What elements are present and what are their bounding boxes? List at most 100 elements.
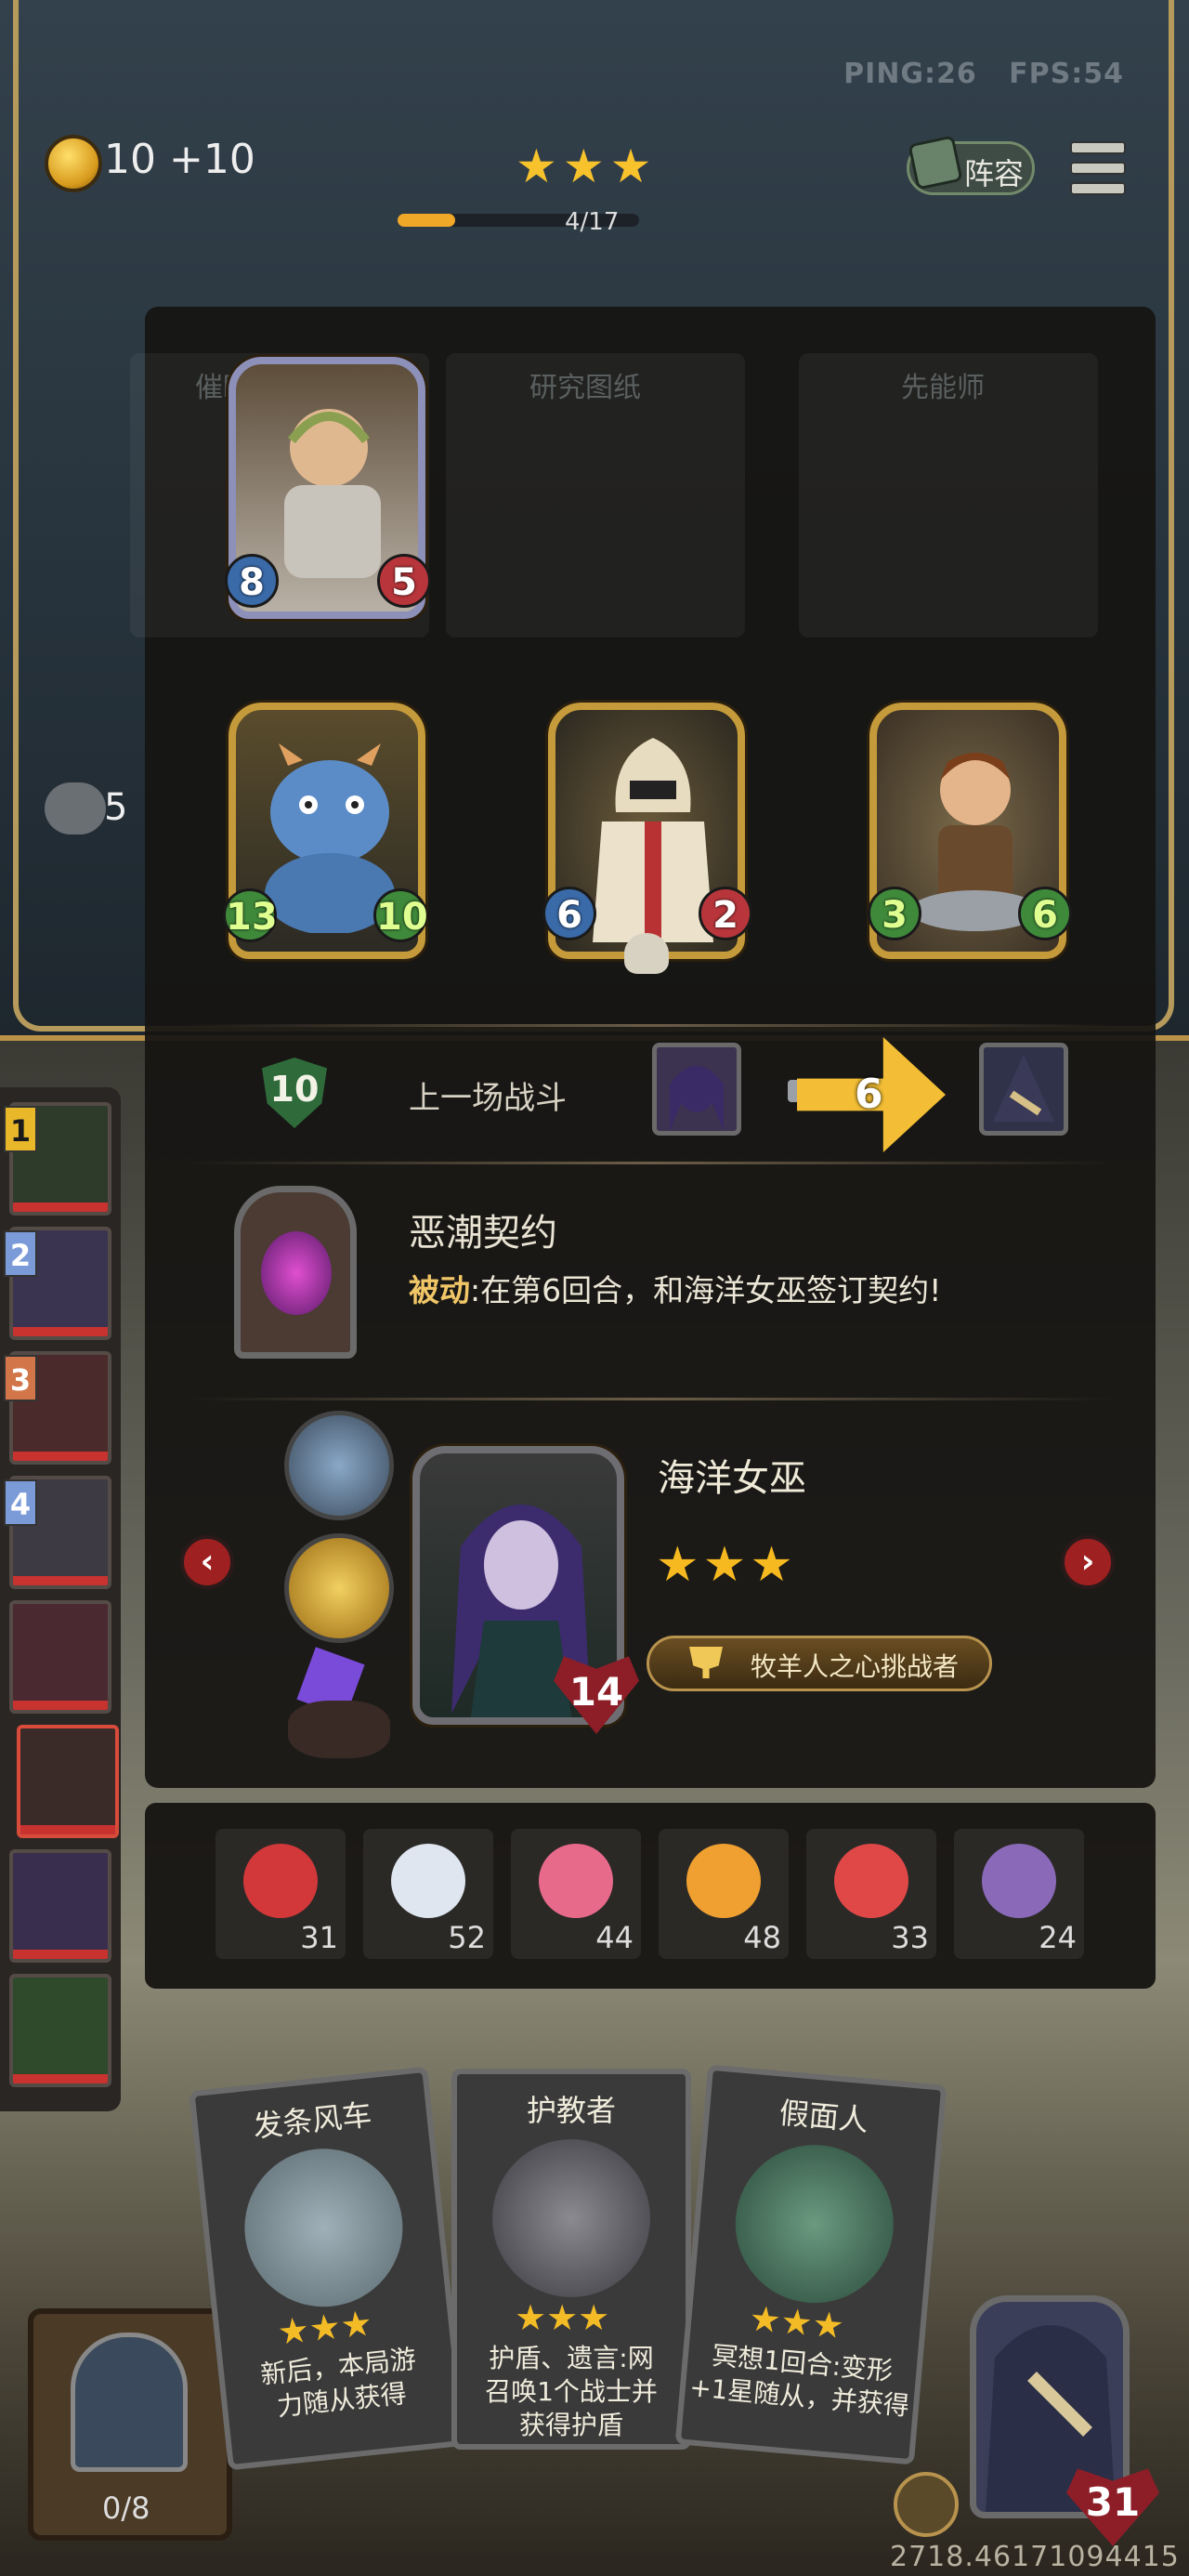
divider (186, 1162, 1115, 1164)
clown-icon (834, 1844, 908, 1918)
roster-health-bar (13, 1950, 108, 1959)
roster-health-bar (13, 1203, 108, 1212)
windmill-icon (236, 2140, 411, 2315)
turn-counter: 4/17 (565, 208, 620, 236)
roster-health-bar (13, 1452, 108, 1461)
health-stat: 2 (699, 887, 752, 940)
skull-icon (624, 933, 669, 974)
item-count: 48 (743, 1920, 781, 1955)
mirror-icon (982, 1844, 1056, 1918)
boss-stars: ★★★ (656, 1537, 797, 1593)
hand-card[interactable]: 假面人 ★★★ 冥想1回合:变形 +1星随从，并获得 (674, 2064, 947, 2465)
tier-value: 10 (269, 1069, 320, 1110)
board-card-name: 先能师 (901, 372, 985, 404)
board-card-ghost: 研究图纸 (446, 353, 745, 637)
sea-witch-mini-portrait (652, 1043, 741, 1136)
damage-value: 6 (855, 1071, 883, 1118)
gem-bag-icon (284, 1647, 394, 1762)
hand-card[interactable]: 发条风车 ★★★ 新后，本局游 力随从获得 (189, 2066, 467, 2471)
roster-health-bar (13, 2074, 108, 2083)
roster-opponent[interactable] (17, 1725, 119, 1838)
ping-readout: PING:26 (843, 58, 977, 90)
hand-card-text: 护盾、遗言:网 召唤1个战士并 获得护盾 (461, 2342, 682, 2442)
item-slot[interactable]: 33 (806, 1829, 936, 1959)
armored-knight-icon (492, 2139, 650, 2297)
hero-health: 31 (1085, 2479, 1141, 2525)
teacup-icon (391, 1844, 465, 1918)
item-slot[interactable]: 52 (363, 1829, 493, 1959)
hand-card-stars: ★★★ (747, 2297, 846, 2347)
hand-card[interactable]: 护教者 ★★★ 护盾、遗言:网 召唤1个战士并 获得护盾 (451, 2069, 691, 2450)
contract-description: 被动:在第6回合，和海洋女巫签订契约! (409, 1266, 941, 1310)
attack-stat: 3 (868, 887, 921, 940)
item-slot[interactable]: 44 (511, 1829, 641, 1959)
hand-card-line: 护盾、遗言:网 (489, 2343, 654, 2373)
gold-amount: 10 +10 (104, 136, 255, 183)
boss-health: 14 (568, 1669, 624, 1715)
hand-card-stars: ★★★ (515, 2297, 610, 2338)
book-icon (908, 135, 963, 191)
turn-progress-fill (398, 214, 455, 227)
contract-portal-icon (234, 1186, 357, 1359)
boss-name: 海洋女巫 (658, 1457, 806, 1500)
hand-card-line: 召唤1个战士并 (485, 2376, 658, 2407)
network-stats: PING:26 FPS:54 (843, 58, 1124, 90)
roster-health-bar (13, 1701, 108, 1710)
rank-badge: 4 (4, 1479, 37, 1526)
menu-icon[interactable] (1070, 141, 1126, 195)
gold-orb-icon (284, 1533, 394, 1643)
water-orb-icon (284, 1411, 394, 1520)
lineup-button-label: 阵容 (964, 156, 1025, 191)
roster-opponent[interactable] (9, 1974, 111, 2087)
fps-readout: FPS:54 (1009, 58, 1124, 90)
hand-card-name: 发条风车 (251, 2096, 373, 2145)
board-card-name: 研究图纸 (529, 372, 641, 404)
attack-stat: 13 (223, 888, 278, 942)
cupcake-icon (539, 1844, 613, 1918)
roster-health-bar (20, 1825, 115, 1834)
contract-passive-text: :在第6回合，和海洋女巫签订契约! (470, 1272, 942, 1308)
hand-card-name: 护教者 (526, 2093, 616, 2128)
roster-health-bar (13, 1576, 108, 1585)
item-count: 31 (300, 1920, 338, 1955)
contract-title: 恶潮契约 (409, 1212, 557, 1255)
item-slot[interactable]: 24 (954, 1829, 1084, 1959)
old-man-portrait (284, 409, 381, 578)
item-slot[interactable]: 31 (216, 1829, 346, 1959)
tavern-stars: ★★★ (516, 139, 658, 193)
masked-man-icon (728, 2138, 900, 2310)
debug-readout: 2718.46171094415 (890, 2541, 1180, 2573)
hand-card-text: 新后，本局游 力随从获得 (227, 2339, 453, 2428)
hero-power-button[interactable] (894, 2472, 959, 2537)
hand-card-stars: ★★★ (275, 2302, 374, 2353)
alarm-clock-icon (243, 1844, 318, 1918)
deck-count: 0/8 (102, 2491, 150, 2526)
rank-badge: 2 (4, 1230, 37, 1277)
last-battle-label: 上一场战斗 (409, 1080, 567, 1117)
roster-opponent[interactable] (9, 1600, 111, 1714)
previous-boss-button[interactable]: ‹ (180, 1535, 234, 1589)
rank-badge: 1 (4, 1106, 37, 1152)
rank-badge: 3 (4, 1355, 37, 1401)
item-count: 44 (595, 1920, 634, 1955)
trophy-label: 牧羊人之心挑战者 (751, 1651, 960, 1682)
attack-stat: 6 (542, 887, 596, 940)
roster-opponent[interactable] (9, 1849, 111, 1963)
item-count: 52 (448, 1920, 486, 1955)
item-slot[interactable]: 48 (659, 1829, 789, 1959)
hand-card-text: 冥想1回合:变形 +1星随从，并获得 (687, 2337, 913, 2423)
item-count: 24 (1039, 1920, 1077, 1955)
next-boss-button[interactable]: › (1061, 1535, 1115, 1589)
chat-count: 5 (104, 786, 128, 829)
health-stat: 10 (373, 888, 428, 942)
health-stat: 5 (377, 554, 431, 608)
hand-card-line: 获得护盾 (518, 2410, 623, 2440)
health-stat: 6 (1018, 887, 1072, 940)
item-count: 33 (891, 1920, 929, 1955)
chat-bubble-icon[interactable] (45, 782, 106, 835)
rubber-chicken-icon (686, 1844, 761, 1918)
hand-card-name: 假面人 (777, 2095, 870, 2138)
divider (186, 1024, 1115, 1027)
contract-passive-label: 被动 (409, 1272, 470, 1308)
gold-coin-icon (45, 135, 102, 192)
